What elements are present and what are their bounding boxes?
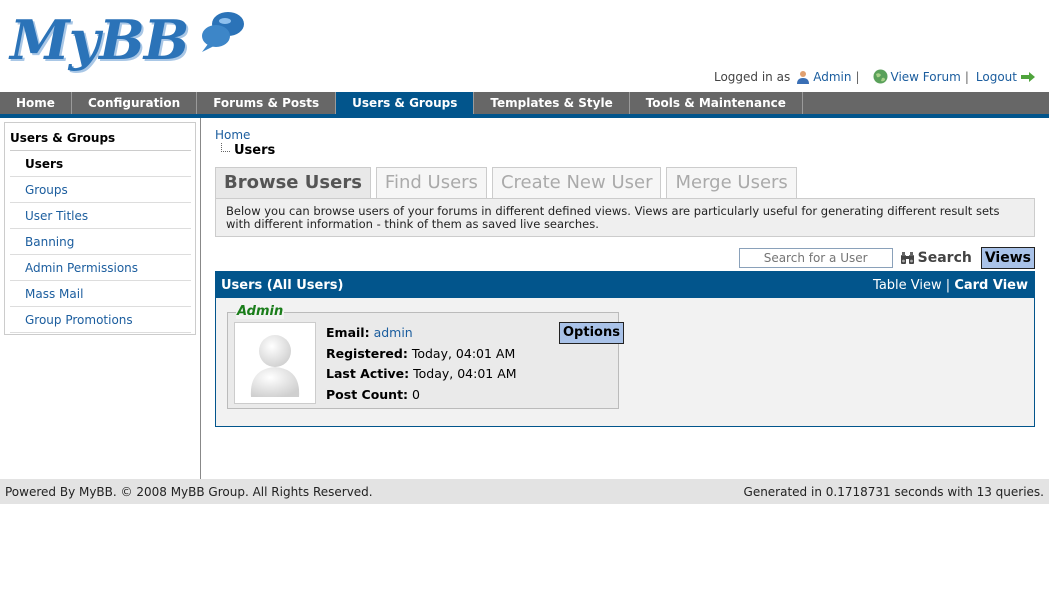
menu-item-forums-posts[interactable]: Forums & Posts — [197, 92, 337, 114]
view-switcher: Table View | Card View — [873, 278, 1028, 293]
speech-bubble-icon — [202, 12, 244, 52]
views-button[interactable]: Views — [980, 247, 1035, 269]
tab-create-new-user[interactable]: Create New User — [491, 167, 662, 198]
tab-find-users[interactable]: Find Users — [375, 167, 487, 198]
menu-item-home[interactable]: Home — [0, 92, 72, 114]
sidebar: Users & Groups Users Groups User Titles … — [4, 122, 196, 335]
tab-merge-users[interactable]: Merge Users — [666, 167, 797, 198]
sidebar-item-admin-permissions[interactable]: Admin Permissions — [10, 255, 191, 281]
user-details: Email: admin Registered: Today, 04:01 AM… — [326, 323, 517, 405]
card-view-link[interactable]: Card View — [954, 278, 1028, 293]
post-count-label: Post Count: — [326, 386, 409, 402]
main-content: Home Users Browse Users Find Users Creat… — [215, 128, 1035, 427]
tab-bar: Browse Users Find Users Create New User … — [215, 167, 802, 198]
post-count-value: 0 — [412, 386, 420, 402]
email-value-link[interactable]: admin — [374, 325, 413, 340]
avatar — [234, 322, 316, 404]
user-card-username[interactable]: Admin — [236, 305, 285, 319]
panel-body: Admin Email: admin Registered: Today, 04… — [216, 298, 1034, 426]
sidebar-item-groups[interactable]: Groups — [10, 177, 191, 203]
email-row: Email: admin — [326, 323, 517, 344]
breadcrumb: Home Users — [215, 128, 1035, 158]
tab-browse-users[interactable]: Browse Users — [215, 167, 371, 198]
main-menu: Home Configuration Forums & Posts Users … — [0, 92, 1049, 118]
admin-user-link[interactable]: Admin — [813, 70, 851, 84]
email-label: Email: — [326, 325, 370, 340]
search-row: Search Views — [738, 247, 1035, 269]
logout-link[interactable]: Logout — [976, 70, 1017, 84]
mybb-logo[interactable]: MyBB — [8, 6, 248, 78]
options-button[interactable]: Options — [559, 322, 624, 344]
last-active-label: Last Active: — [326, 366, 410, 381]
sidebar-item-users[interactable]: Users — [10, 151, 191, 177]
users-panel: Users (All Users) Table View | Card View… — [215, 271, 1035, 427]
header: MyBB Logged in as Admin | View Forum | L… — [0, 0, 1049, 92]
logo-text: MyBB — [10, 8, 189, 72]
separator: | — [855, 69, 860, 84]
last-active-row: Last Active: Today, 04:01 AM — [326, 364, 517, 385]
last-active-value: Today, 04:01 AM — [413, 366, 517, 381]
breadcrumb-home[interactable]: Home — [215, 128, 1035, 142]
sidebar-column: Users & Groups Users Groups User Titles … — [0, 118, 201, 479]
post-count-row: Post Count: 0 — [326, 385, 517, 406]
logged-in-label: Logged in as — [713, 69, 791, 84]
registered-label: Registered: — [326, 345, 408, 361]
search-button[interactable]: Search — [900, 250, 972, 266]
menu-item-templates-style[interactable]: Templates & Style — [474, 92, 630, 114]
page-title: Users — [234, 143, 276, 158]
menu-item-users-groups[interactable]: Users & Groups — [336, 92, 475, 114]
footer-copyright: Powered By MyBB. © 2008 MyBB Group. All … — [5, 484, 373, 499]
sidebar-title: Users & Groups — [10, 127, 191, 151]
panel-header: Users (All Users) Table View | Card View — [216, 272, 1034, 298]
registered-row: Registered: Today, 04:01 AM — [326, 344, 517, 365]
panel-title: Users (All Users) — [221, 277, 344, 293]
user-icon — [797, 70, 810, 84]
registered-value: Today, 04:01 AM — [411, 345, 516, 361]
welcome-bar: Logged in as Admin | View Forum | Logout — [714, 69, 1039, 84]
view-divider: | — [945, 277, 951, 293]
tab-description: Below you can browse users of your forum… — [215, 198, 1035, 237]
binoculars-icon — [900, 251, 914, 264]
table-view-link[interactable]: Table View — [873, 278, 942, 293]
default-avatar-icon — [250, 335, 300, 397]
sidebar-item-group-promotions[interactable]: Group Promotions — [10, 307, 191, 333]
menu-item-tools-maintenance[interactable]: Tools & Maintenance — [630, 92, 803, 114]
footer: Powered By MyBB. © 2008 MyBB Group. All … — [0, 479, 1049, 504]
breadcrumb-current: Users — [221, 143, 1035, 158]
search-user-input[interactable] — [738, 248, 893, 268]
footer-generation-stats: Generated in 0.1718731 seconds with 13 q… — [743, 484, 1044, 499]
globe-icon — [873, 69, 888, 84]
tree-elbow — [221, 143, 230, 152]
sidebar-item-user-titles[interactable]: User Titles — [10, 203, 191, 229]
search-button-label: Search — [917, 250, 972, 266]
user-card: Admin Email: admin Registered: Today, 04… — [227, 305, 624, 409]
menu-item-configuration[interactable]: Configuration — [72, 92, 198, 114]
sidebar-item-banning[interactable]: Banning — [10, 229, 191, 255]
sidebar-item-mass-mail[interactable]: Mass Mail — [10, 281, 191, 307]
separator: | — [964, 69, 969, 84]
arrow-right-icon — [1021, 71, 1035, 82]
view-forum-link[interactable]: View Forum — [891, 70, 961, 84]
